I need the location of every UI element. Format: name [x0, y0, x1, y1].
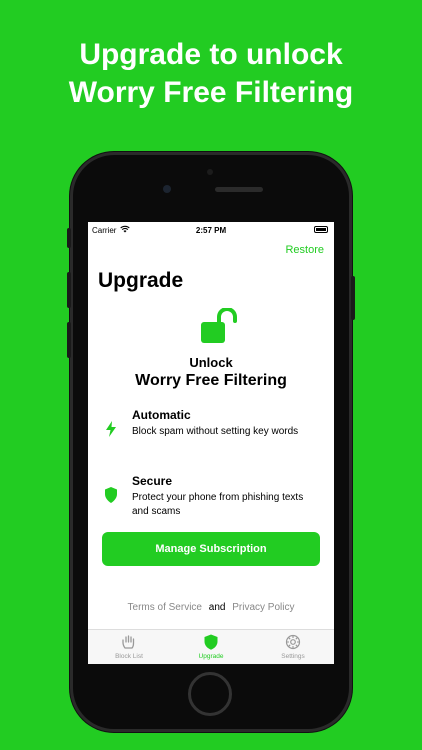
side-button-volume-down [67, 322, 71, 358]
shield-icon [204, 634, 218, 650]
page-title: Upgrade [98, 269, 184, 292]
tab-label: Block List [115, 653, 143, 660]
privacy-policy-link[interactable]: Privacy Policy [232, 602, 294, 613]
feature-name: Automatic [132, 408, 191, 422]
terms-of-service-link[interactable]: Terms of Service [128, 602, 202, 613]
side-button-power [351, 276, 355, 320]
hand-icon [122, 635, 135, 649]
feature-secure: Secure Protect your phone from phishing … [88, 474, 334, 518]
app-screen: Carrier 2:57 PM Restore Upgrade Unlock W… [88, 222, 334, 664]
legal-conjunction: and [208, 602, 226, 613]
manage-subscription-button[interactable]: Manage Subscription [102, 532, 320, 566]
lightning-bolt-icon [106, 421, 116, 437]
headline-line-1: Upgrade to unlock [79, 38, 343, 71]
feature-description: Block spam without setting key words [132, 426, 299, 437]
tab-block-list[interactable]: Block List [88, 630, 170, 664]
feature-description: Protect your phone from phishing texts a… [132, 492, 304, 517]
battery-icon [314, 226, 328, 233]
front-camera [163, 185, 171, 193]
legal-links: Terms of Service and Privacy Policy [88, 602, 334, 613]
restore-button[interactable]: Restore [285, 244, 324, 256]
feature-name: Secure [132, 474, 173, 488]
gear-icon [285, 634, 301, 650]
unlocked-padlock-icon [201, 308, 237, 343]
tab-upgrade[interactable]: Upgrade [170, 630, 252, 664]
unlock-title: Worry Free Filtering [135, 372, 287, 389]
shield-icon [105, 487, 117, 503]
tab-label: Upgrade [198, 653, 224, 660]
proximity-sensor [207, 169, 213, 175]
earpiece-speaker [215, 187, 263, 192]
side-button-volume-up [67, 272, 71, 308]
status-time: 2:57 PM [195, 226, 227, 235]
side-button-mute [67, 228, 71, 248]
status-bar: Carrier 2:57 PM [88, 222, 334, 238]
unlock-label: Unlock [189, 355, 233, 370]
feature-automatic: Automatic Block spam without setting key… [88, 408, 334, 452]
tab-label: Settings [281, 653, 305, 660]
headline-line-2: Worry Free Filtering [68, 76, 354, 109]
promo-headline: Upgrade to unlock Worry Free Filtering [0, 36, 422, 112]
tab-settings[interactable]: Settings [252, 630, 334, 664]
home-button[interactable] [188, 672, 232, 716]
tab-bar: Block List Upgrade Settings [88, 629, 334, 664]
